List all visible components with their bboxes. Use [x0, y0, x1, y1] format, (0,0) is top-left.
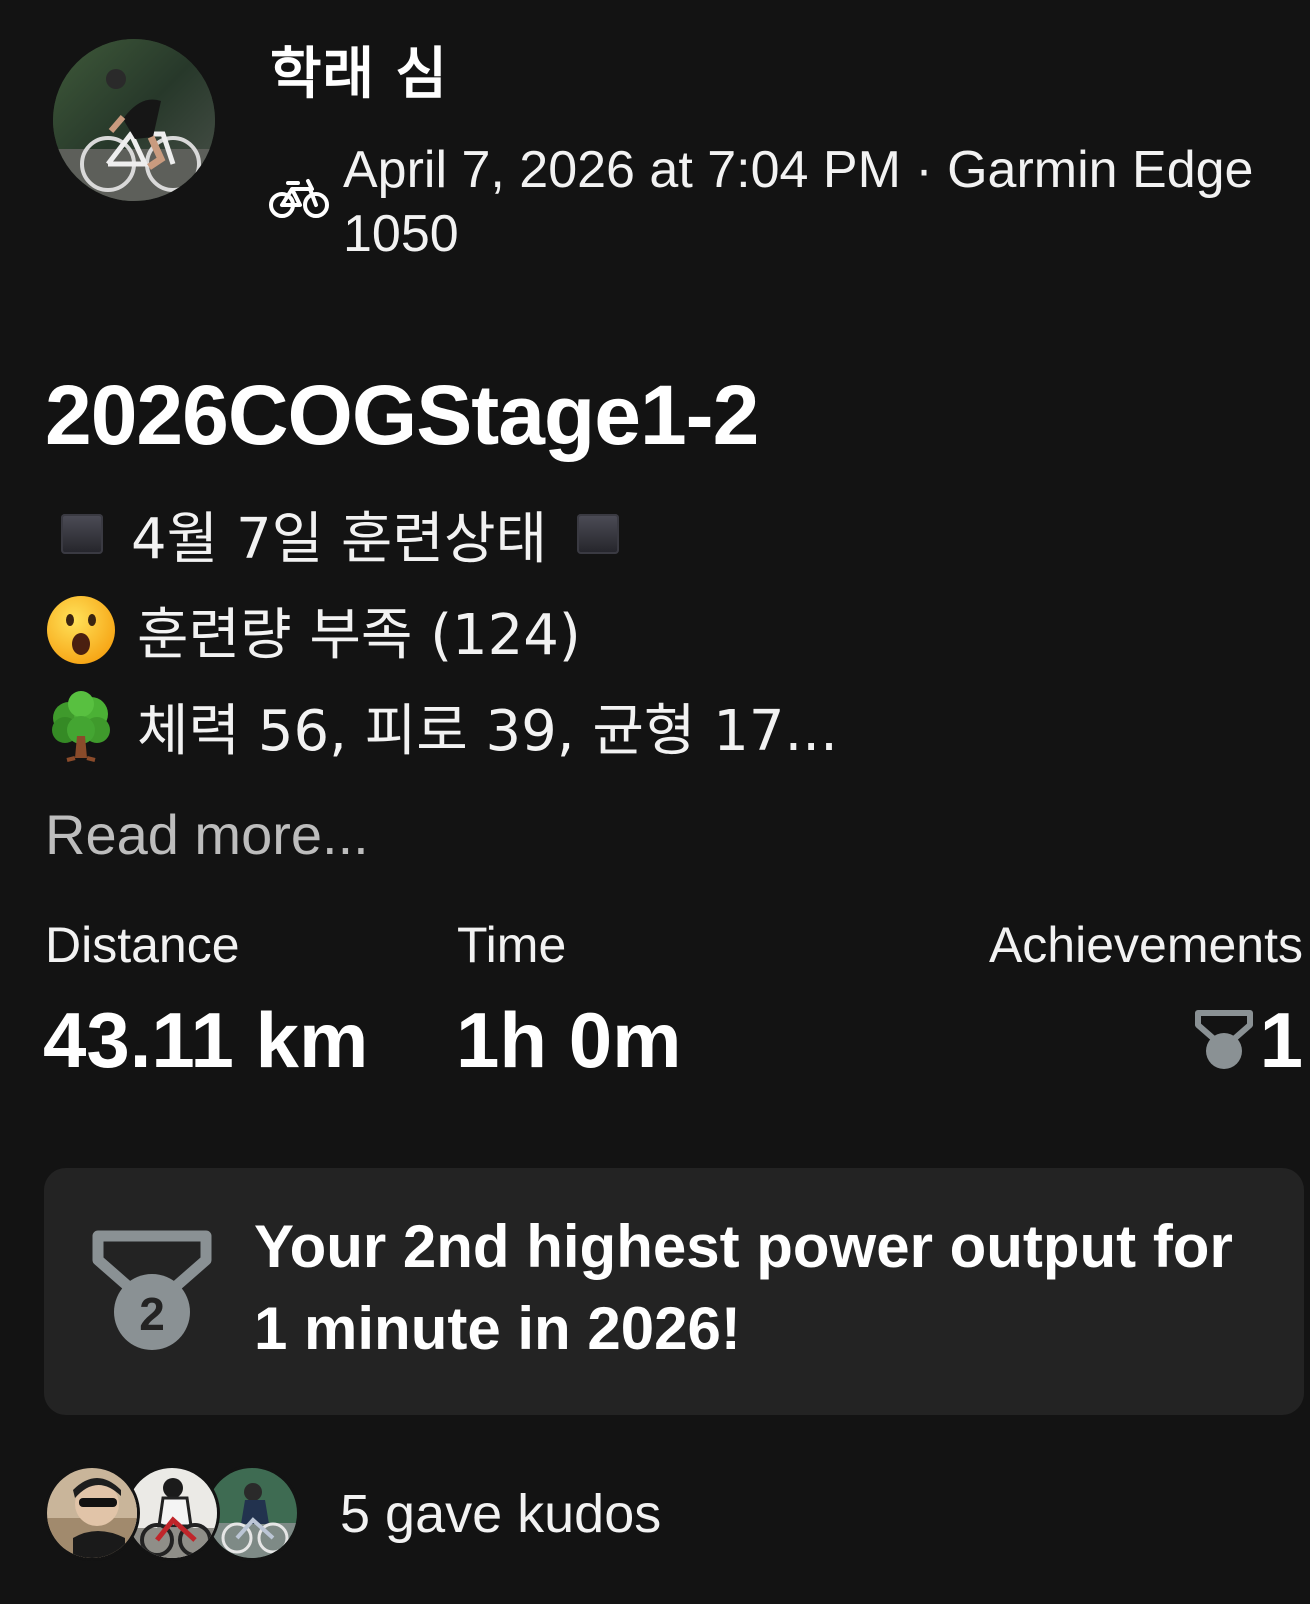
description-line: 훈련량 부족 (124) [45, 590, 581, 670]
kudos-avatar-image [47, 1468, 137, 1558]
activity-title[interactable]: 2026COGStage1-2 [45, 365, 759, 465]
surprised-face-emoji [47, 596, 115, 664]
description-text: 체력 56, 피로 39, 균형 17... [137, 698, 838, 764]
medal-icon [1194, 1010, 1253, 1069]
medal-rank: 2 [139, 1288, 165, 1340]
silver-medal-icon: 2 [92, 1230, 212, 1350]
achievements-value: 1 [1259, 996, 1303, 1084]
achievements-label: Achievements [988, 917, 1303, 973]
user-avatar[interactable] [53, 39, 215, 201]
bike-icon [269, 179, 329, 218]
description-text: 훈련량 부족 (124) [137, 602, 581, 668]
description-line: 4월 7일 훈련상태 [45, 494, 627, 574]
tree-emoji [52, 691, 110, 762]
kudos-avatars[interactable] [47, 1468, 297, 1558]
cyclist-avatar-image [53, 39, 215, 201]
kudos-avatar[interactable] [207, 1468, 297, 1558]
activity-meta: April 7, 2026 at 7:04 PM · Garmin Edge 1… [343, 141, 1254, 263]
kudos-text[interactable]: 5 gave kudos [340, 1482, 661, 1546]
achievements-stat[interactable]: 1 [1194, 995, 1303, 1085]
description-text: 4월 7일 훈련상태 [131, 506, 547, 572]
kudos-avatar[interactable] [47, 1468, 137, 1558]
black-square-icon [576, 514, 619, 554]
kudos-avatar-image [127, 1468, 217, 1558]
user-name[interactable]: 학래 심 [270, 40, 448, 110]
distance-value: 43.11 km [43, 996, 369, 1084]
read-more-link[interactable]: Read more... [45, 800, 369, 870]
time-label: Time [457, 917, 567, 973]
distance-label: Distance [45, 917, 240, 973]
time-value: 1h 0m [456, 996, 682, 1084]
kudos-avatar[interactable] [127, 1468, 217, 1558]
kudos-avatar-image [207, 1468, 297, 1558]
achievement-text: Your 2nd highest power output for 1 minu… [254, 1213, 1233, 1362]
achievement-card[interactable]: 2 Your 2nd highest power output for 1 mi… [44, 1168, 1304, 1415]
black-square-icon [61, 514, 103, 554]
description-line: 체력 56, 피로 39, 균형 17... [45, 686, 838, 766]
